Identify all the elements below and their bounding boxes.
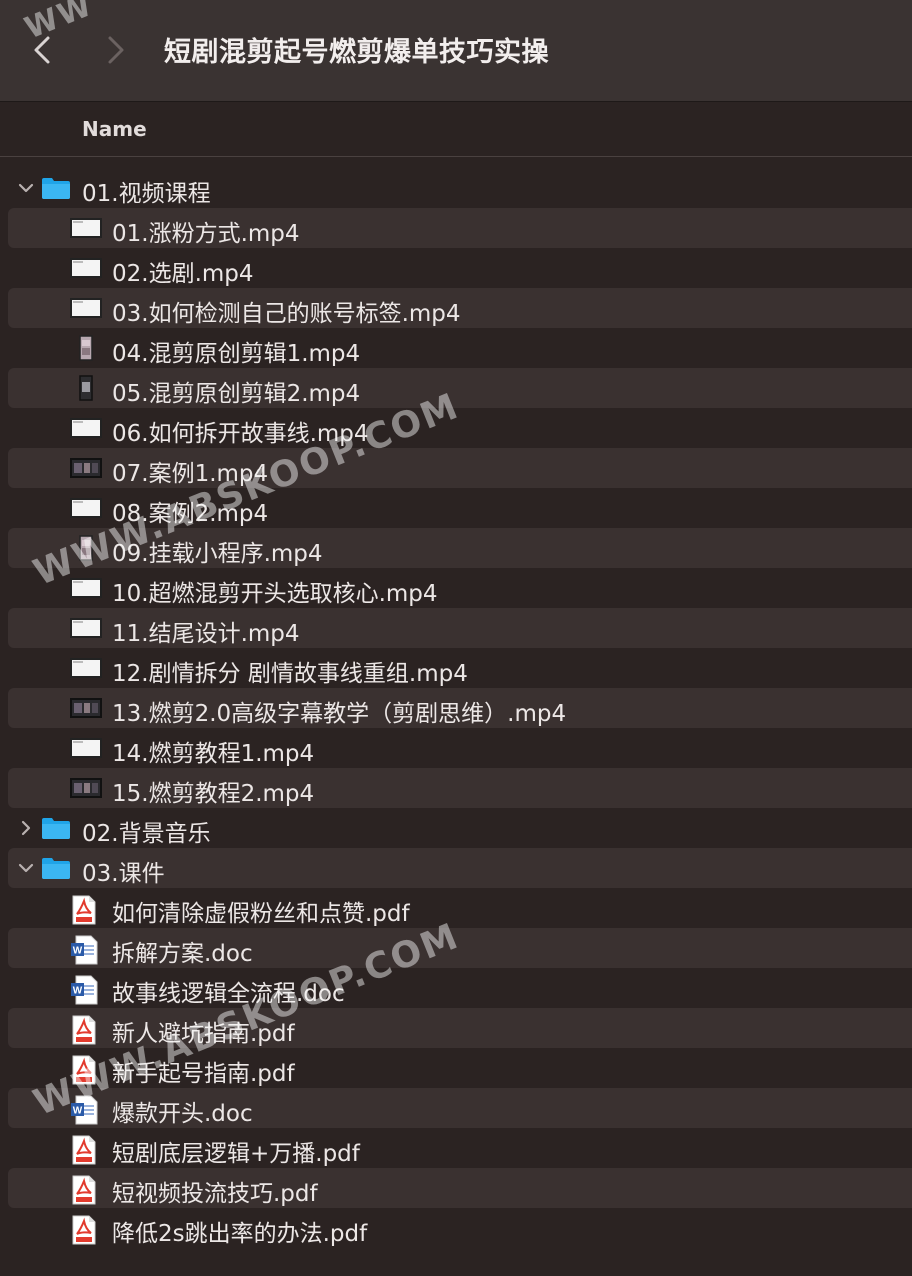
forward-button[interactable]: [96, 28, 136, 72]
pdf-file-icon: [70, 1135, 98, 1169]
svg-text:W: W: [73, 986, 83, 997]
name-column-header[interactable]: Name: [82, 117, 147, 141]
item-label: 12.剧情拆分 剧情故事线重组.mp4: [112, 661, 468, 687]
item-label: 08.案例2.mp4: [112, 501, 269, 527]
item-label: 02.背景音乐: [82, 821, 211, 847]
file-row[interactable]: 新人避坑指南.pdf: [8, 1008, 912, 1048]
file-row[interactable]: W 故事线逻辑全流程.doc: [8, 968, 912, 1008]
word-doc-icon: W: [70, 975, 98, 1009]
title-bar: 短剧混剪起号燃剪爆单技巧实操: [0, 0, 912, 102]
column-header: Name: [0, 102, 912, 157]
item-label: 新手起号指南.pdf: [112, 1061, 295, 1087]
item-label: 爆款开头.doc: [112, 1101, 253, 1127]
folder-row[interactable]: 02.背景音乐: [8, 808, 912, 848]
chevron-down-icon[interactable]: [16, 858, 36, 878]
file-row[interactable]: 降低2s跳出率的办法.pdf: [8, 1208, 912, 1248]
file-row[interactable]: 14.燃剪教程1.mp4: [8, 728, 912, 768]
file-row[interactable]: 15.燃剪教程2.mp4: [8, 768, 912, 808]
pdf-file-icon: [70, 895, 98, 929]
file-row[interactable]: 07.案例1.mp4: [8, 448, 912, 488]
folder-row[interactable]: 01.视频课程: [8, 168, 912, 208]
folder-icon: [41, 176, 71, 200]
video-thumbnail-icon: [70, 615, 102, 645]
file-row[interactable]: 06.如何拆开故事线.mp4: [8, 408, 912, 448]
file-row[interactable]: 新手起号指南.pdf: [8, 1048, 912, 1088]
item-label: 如何清除虚假粉丝和点赞.pdf: [112, 901, 410, 927]
item-label: 11.结尾设计.mp4: [112, 621, 300, 647]
item-label: 故事线逻辑全流程.doc: [112, 981, 345, 1007]
file-row[interactable]: 13.燃剪2.0高级字幕教学（剪剧思维）.mp4: [8, 688, 912, 728]
video-thumbnail-icon: [70, 335, 102, 365]
item-label: 13.燃剪2.0高级字幕教学（剪剧思维）.mp4: [112, 701, 567, 727]
chevron-right-icon: [108, 36, 124, 64]
file-row[interactable]: 03.如何检测自己的账号标签.mp4: [8, 288, 912, 328]
item-label: 14.燃剪教程1.mp4: [112, 741, 315, 767]
item-label: 01.视频课程: [82, 181, 211, 207]
folder-row[interactable]: 03.课件: [8, 848, 912, 888]
pdf-file-icon: [70, 1215, 98, 1249]
file-list: 01.视频课程 01.涨粉方式.mp4 02.选剧.mp4 03.如何检测自己的账号标…: [0, 168, 912, 1248]
video-thumbnail-icon: [70, 415, 102, 445]
window-title: 短剧混剪起号燃剪爆单技巧实操: [164, 37, 549, 68]
item-label: 03.如何检测自己的账号标签.mp4: [112, 301, 461, 327]
chevron-down-icon[interactable]: [16, 178, 36, 198]
folder-icon: [41, 856, 71, 880]
video-thumbnail-icon: [70, 535, 102, 565]
file-row[interactable]: 02.选剧.mp4: [8, 248, 912, 288]
file-row[interactable]: 10.超燃混剪开头选取核心.mp4: [8, 568, 912, 608]
word-doc-icon: W: [70, 935, 98, 969]
file-row[interactable]: 如何清除虚假粉丝和点赞.pdf: [8, 888, 912, 928]
file-row[interactable]: 短剧底层逻辑+万播.pdf: [8, 1128, 912, 1168]
item-label: 短视频投流技巧.pdf: [112, 1181, 318, 1207]
video-thumbnail-icon: [70, 735, 102, 765]
item-label: 06.如何拆开故事线.mp4: [112, 421, 369, 447]
file-row[interactable]: 04.混剪原创剪辑1.mp4: [8, 328, 912, 368]
file-row[interactable]: 01.涨粉方式.mp4: [8, 208, 912, 248]
folder-icon: [41, 816, 71, 840]
pdf-file-icon: [70, 1015, 98, 1049]
item-label: 10.超燃混剪开头选取核心.mp4: [112, 581, 438, 607]
word-doc-icon: W: [70, 1095, 98, 1129]
chevron-right-icon[interactable]: [16, 818, 36, 838]
pdf-file-icon: [70, 1055, 98, 1089]
svg-text:W: W: [73, 946, 83, 957]
chevron-left-icon: [34, 36, 50, 64]
item-label: 01.涨粉方式.mp4: [112, 221, 300, 247]
item-label: 05.混剪原创剪辑2.mp4: [112, 381, 361, 407]
item-label: 03.课件: [82, 861, 165, 887]
item-label: 07.案例1.mp4: [112, 461, 269, 487]
video-thumbnail-icon: [70, 255, 102, 285]
file-row[interactable]: W 爆款开头.doc: [8, 1088, 912, 1128]
file-row[interactable]: 短视频投流技巧.pdf: [8, 1168, 912, 1208]
video-thumbnail-icon: [70, 375, 102, 405]
file-row[interactable]: 09.挂载小程序.mp4: [8, 528, 912, 568]
item-label: 09.挂载小程序.mp4: [112, 541, 323, 567]
video-thumbnail-icon: [70, 695, 102, 725]
item-label: 新人避坑指南.pdf: [112, 1021, 295, 1047]
file-row[interactable]: W 拆解方案.doc: [8, 928, 912, 968]
item-label: 拆解方案.doc: [112, 941, 253, 967]
pdf-file-icon: [70, 1175, 98, 1209]
video-thumbnail-icon: [70, 495, 102, 525]
video-thumbnail-icon: [70, 455, 102, 485]
video-thumbnail-icon: [70, 295, 102, 325]
back-button[interactable]: [22, 28, 62, 72]
file-row[interactable]: 05.混剪原创剪辑2.mp4: [8, 368, 912, 408]
item-label: 降低2s跳出率的办法.pdf: [112, 1221, 368, 1247]
item-label: 04.混剪原创剪辑1.mp4: [112, 341, 361, 367]
video-thumbnail-icon: [70, 655, 102, 685]
video-thumbnail-icon: [70, 215, 102, 245]
file-row[interactable]: 11.结尾设计.mp4: [8, 608, 912, 648]
item-label: 短剧底层逻辑+万播.pdf: [112, 1141, 360, 1167]
file-row[interactable]: 12.剧情拆分 剧情故事线重组.mp4: [8, 648, 912, 688]
item-label: 15.燃剪教程2.mp4: [112, 781, 315, 807]
svg-text:W: W: [73, 1106, 83, 1117]
file-row[interactable]: 08.案例2.mp4: [8, 488, 912, 528]
video-thumbnail-icon: [70, 775, 102, 805]
item-label: 02.选剧.mp4: [112, 261, 254, 287]
video-thumbnail-icon: [70, 575, 102, 605]
